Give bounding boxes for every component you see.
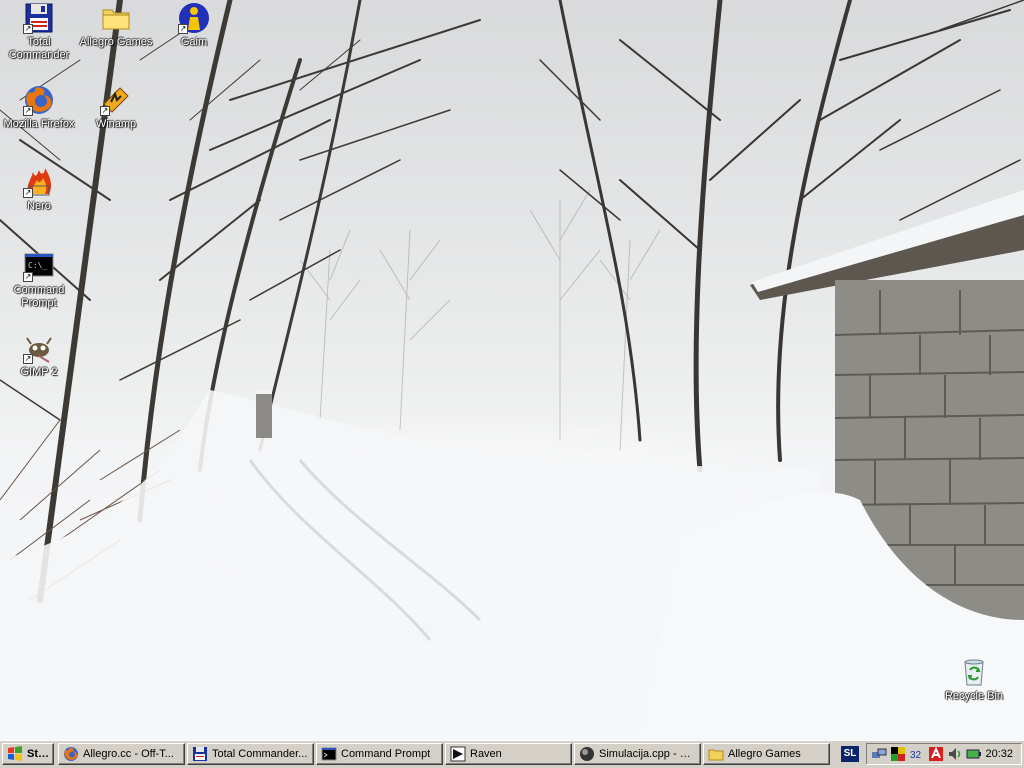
task-button-allegro-games[interactable]: Allegro Games xyxy=(703,743,830,765)
firefox-icon xyxy=(64,747,78,761)
start-label: Start xyxy=(27,748,49,760)
desktop-icon-label: Mozilla Firefox xyxy=(3,118,75,130)
desktop-icon-gimp[interactable]: ↗ GIMP 2 xyxy=(1,332,77,379)
desktop-icon-label: Command Prompt xyxy=(13,284,65,309)
bit32-icon[interactable]: 32 xyxy=(909,746,925,762)
desktop-icon-winamp[interactable]: ↗ Winamp xyxy=(78,84,154,131)
shortcut-arrow-icon: ↗ xyxy=(23,188,33,198)
taskbar: Start Allegro.cc - Off-T... Total Comman… xyxy=(0,740,1024,768)
network-icon[interactable] xyxy=(871,746,887,762)
task-button-label: Allegro Games xyxy=(728,748,801,760)
desktop-icon-allegro-games[interactable]: Allegro Games xyxy=(78,2,154,49)
antivirus-icon[interactable] xyxy=(928,746,944,762)
desktop-icon-label: Total Commander xyxy=(8,36,70,61)
shortcut-arrow-icon: ↗ xyxy=(178,24,188,34)
shortcut-arrow-icon: ↗ xyxy=(100,106,110,116)
shortcut-arrow-icon: ↗ xyxy=(23,272,33,282)
task-button-label: Total Commander... xyxy=(212,748,308,760)
shortcut-arrow-icon: ↗ xyxy=(23,354,33,364)
desktop-icon-gaim[interactable]: ↗ Gaim xyxy=(156,2,232,49)
task-button-simulacija[interactable]: Simulacija.cpp - S... xyxy=(574,743,701,765)
raven-icon xyxy=(450,746,466,762)
desktop-icon-mozilla-firefox[interactable]: ↗ Mozilla Firefox xyxy=(1,84,77,131)
desktop-icon-command-prompt[interactable]: C:\_ ↗ Command Prompt xyxy=(1,250,77,310)
language-indicator[interactable]: SL xyxy=(841,746,859,762)
floppy-disk-icon xyxy=(193,747,207,761)
desktop-icon-label: Gaim xyxy=(180,36,208,48)
sound-icon[interactable] xyxy=(947,746,963,762)
folder-icon xyxy=(102,9,130,30)
windows-logo-icon xyxy=(8,746,22,761)
desktop-icon-recycle-bin[interactable]: Recycle Bin xyxy=(936,656,1012,703)
system-tray: 32 20:32 xyxy=(866,743,1022,765)
task-button-command-prompt[interactable]: Command Prompt xyxy=(316,743,443,765)
svg-text:32: 32 xyxy=(910,750,922,761)
desktop[interactable]: ↗ Total Commander Allegro Games ↗ Gaim ↗… xyxy=(0,0,1024,740)
shortcut-arrow-icon: ↗ xyxy=(23,106,33,116)
task-button-total-commander[interactable]: Total Commander... xyxy=(187,743,314,765)
recycle-bin-icon xyxy=(964,659,984,686)
task-button-raven[interactable]: Raven xyxy=(445,743,572,765)
svg-text:C:\_: C:\_ xyxy=(28,261,47,270)
shortcut-arrow-icon: ↗ xyxy=(23,24,33,34)
clock[interactable]: 20:32 xyxy=(985,748,1013,760)
editor-sphere-icon xyxy=(580,747,594,761)
desktop-icon-nero[interactable]: ↗ Nero xyxy=(1,166,77,213)
task-button-label: Command Prompt xyxy=(341,748,431,760)
task-button-allegro-cc[interactable]: Allegro.cc - Off-T... xyxy=(58,743,185,765)
battery-icon[interactable] xyxy=(966,746,982,762)
command-prompt-icon xyxy=(321,747,337,761)
task-button-label: Raven xyxy=(470,748,502,760)
desktop-icon-label: Recycle Bin xyxy=(944,690,1004,702)
task-button-label: Simulacija.cpp - S... xyxy=(599,748,696,760)
color-squares-icon[interactable] xyxy=(890,746,906,762)
desktop-icon-label: Allegro Games xyxy=(79,36,153,48)
desktop-icon-total-commander[interactable]: ↗ Total Commander xyxy=(1,2,77,62)
folder-icon xyxy=(708,749,724,761)
start-button[interactable]: Start xyxy=(2,743,54,765)
desktop-icon-label: Nero xyxy=(27,200,51,212)
desktop-icon-label: Winamp xyxy=(95,118,137,130)
desktop-icon-label: GIMP 2 xyxy=(20,366,58,378)
task-button-label: Allegro.cc - Off-T... xyxy=(83,748,174,760)
